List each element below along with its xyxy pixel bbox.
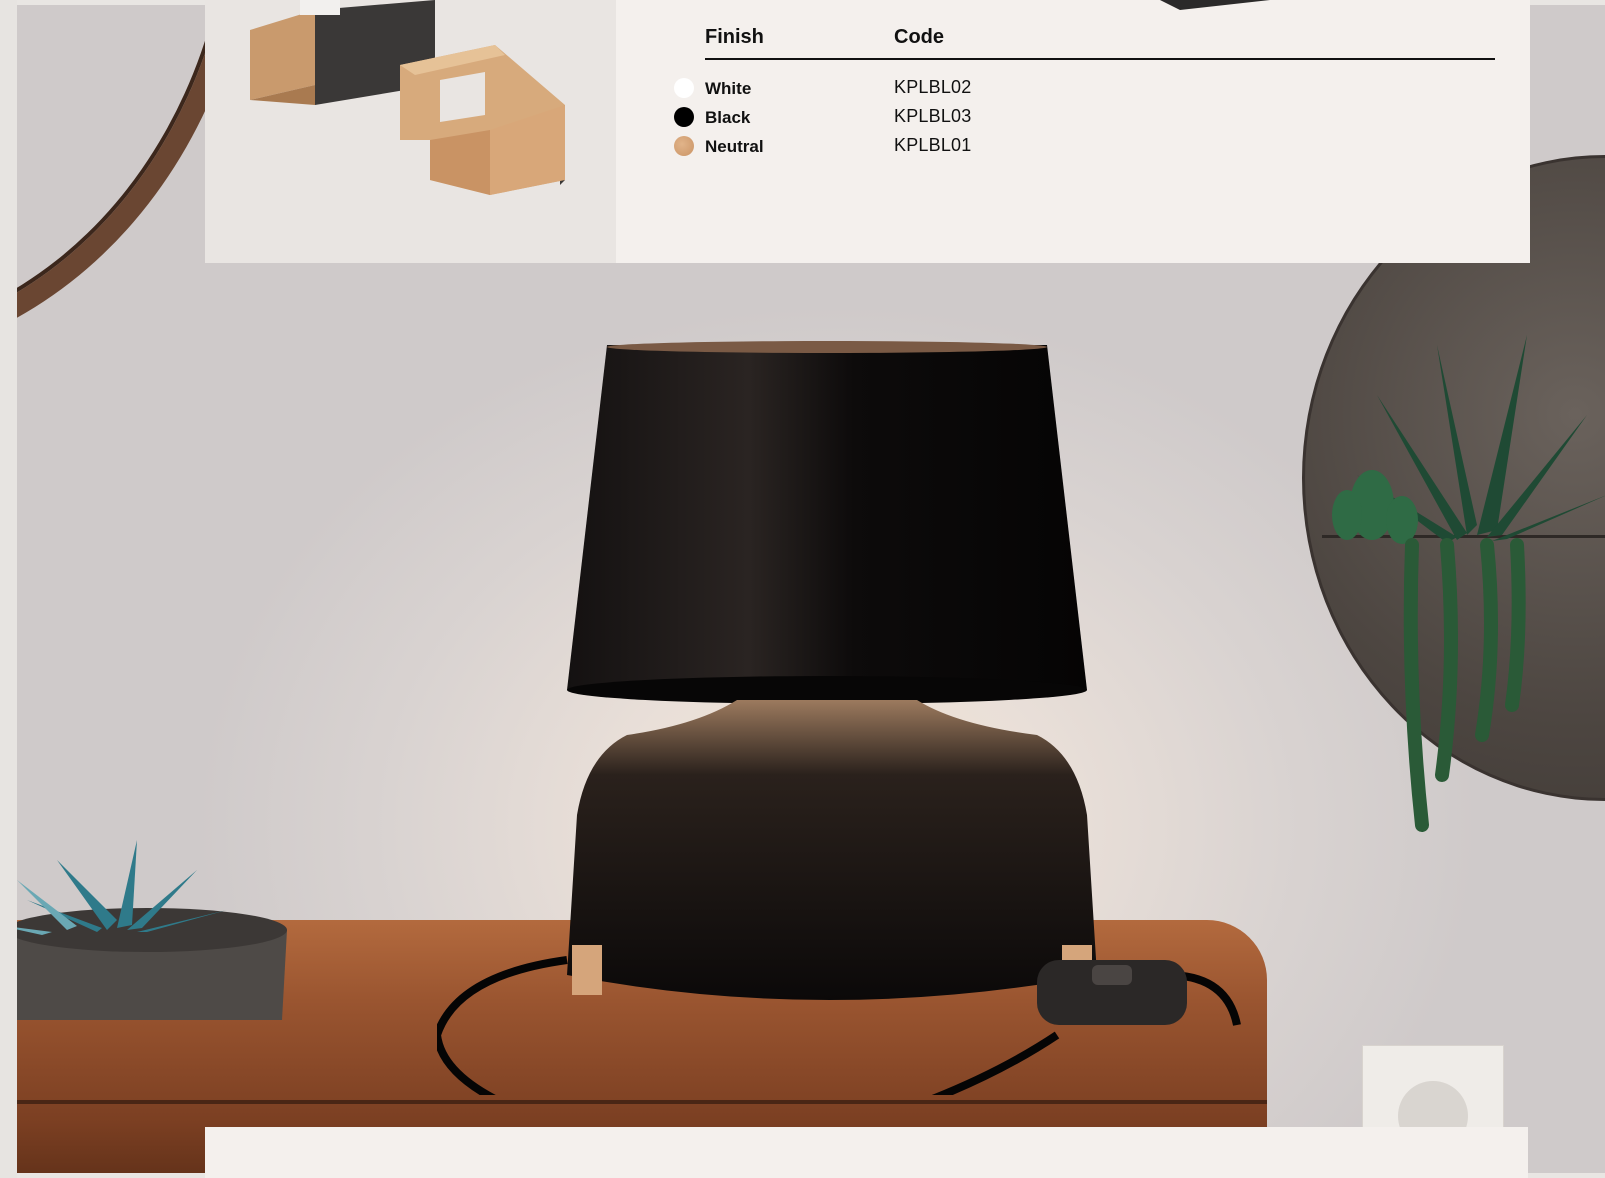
table-lamp-illustration <box>437 341 1241 1095</box>
neutral-swatch-icon <box>674 136 694 156</box>
black-swatch-icon <box>674 107 694 127</box>
finish-name: Black <box>705 108 751 127</box>
product-thumbnail <box>205 0 616 263</box>
table-row: Neutral KPLBL01 <box>674 132 1495 161</box>
table-body: White KPLBL02 Black KPLBL03 Neutral KPLB… <box>674 60 1495 161</box>
finish-name: White <box>705 79 752 98</box>
succulent-pot-illustration <box>17 840 287 1020</box>
table-row: Black KPLBL03 <box>674 103 1495 132</box>
table-header: Finish Code <box>705 24 1495 60</box>
table-row: White KPLBL02 <box>674 74 1495 103</box>
next-section-panel <box>205 1127 1528 1178</box>
product-code: KPLBL03 <box>894 106 972 126</box>
code-column-header: Code <box>894 26 944 48</box>
product-spec-panel: Finish Code White KPLBL02 Black KPLBL03 … <box>205 0 1530 263</box>
product-code: KPLBL01 <box>894 135 972 155</box>
product-code: KPLBL02 <box>894 77 972 97</box>
hanging-succulent-illustration <box>1332 335 1605 832</box>
finish-column-header: Finish <box>705 26 764 48</box>
cropped-lamp-diagram-fragment <box>1160 0 1270 10</box>
white-swatch-icon <box>674 78 694 98</box>
sideboard-edge <box>17 1100 1267 1104</box>
finish-code-table: Finish Code White KPLBL02 Black KPLBL03 … <box>674 24 1495 161</box>
page-margin <box>0 0 17 1178</box>
finish-name: Neutral <box>705 137 764 156</box>
wooden-base-parts-illustration <box>250 0 565 195</box>
